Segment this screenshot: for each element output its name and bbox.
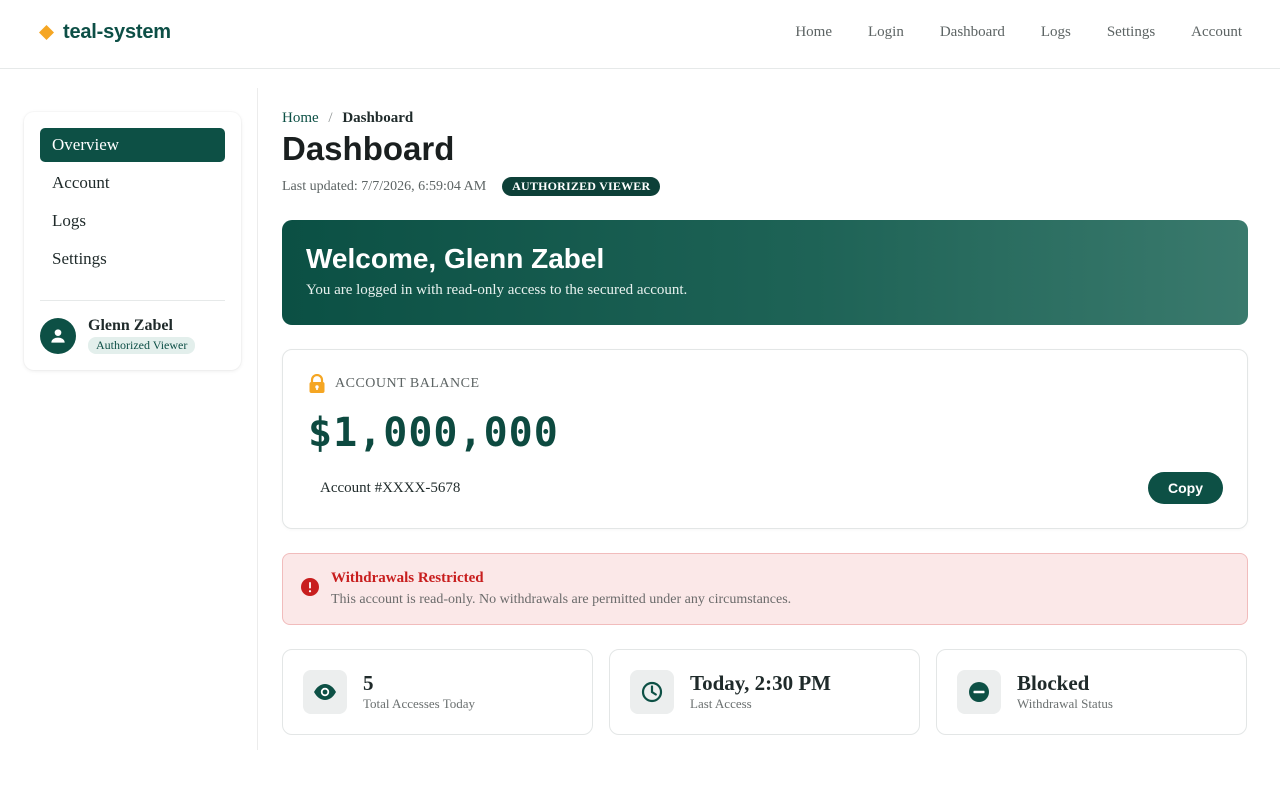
stat-label: Withdrawal Status bbox=[1017, 696, 1113, 711]
stat-card-accesses: 5 Total Accesses Today bbox=[282, 649, 593, 735]
sidebar-item-overview[interactable]: Overview bbox=[40, 128, 225, 162]
nav-home[interactable]: Home bbox=[795, 24, 832, 41]
user-profile: Glenn Zabel Authorized Viewer bbox=[40, 317, 225, 354]
diamond-logo-icon bbox=[39, 25, 54, 40]
nav-dashboard[interactable]: Dashboard bbox=[940, 24, 1005, 41]
stat-icon-box bbox=[957, 670, 1001, 714]
alert-title: Withdrawals Restricted bbox=[331, 570, 484, 586]
account-number: Account #XXXX-5678 bbox=[320, 480, 461, 496]
person-icon bbox=[51, 328, 65, 343]
lock-icon bbox=[309, 374, 325, 393]
user-name: Glenn Zabel bbox=[88, 317, 173, 334]
stat-card-withdrawal-status: Blocked Withdrawal Status bbox=[936, 649, 1247, 735]
nav-settings[interactable]: Settings bbox=[1107, 24, 1155, 41]
last-updated: Last updated: 7/7/2026, 6:59:04 AM bbox=[282, 178, 487, 194]
page-title: Dashboard bbox=[282, 130, 455, 167]
blocked-icon bbox=[969, 682, 989, 702]
content-divider bbox=[257, 88, 258, 750]
nav-account[interactable]: Account bbox=[1191, 24, 1242, 41]
stat-icon-box bbox=[630, 670, 674, 714]
balance-header: ACCOUNT BALANCE bbox=[308, 374, 480, 394]
brand-logo[interactable]: teal-system bbox=[39, 21, 171, 44]
sidebar-divider bbox=[40, 300, 225, 301]
alert-circle-icon bbox=[301, 578, 319, 596]
breadcrumb-home[interactable]: Home bbox=[282, 110, 319, 126]
breadcrumb-current: Dashboard bbox=[342, 110, 414, 126]
sidebar-item-logs[interactable]: Logs bbox=[40, 204, 225, 238]
page-meta: Last updated: 7/7/2026, 6:59:04 AM AUTHO… bbox=[282, 177, 1248, 196]
avatar bbox=[40, 317, 76, 354]
stat-label: Last Access bbox=[690, 696, 752, 711]
top-navbar: teal-system Home Login Dashboard Logs Se… bbox=[0, 0, 1280, 69]
withdrawal-alert: Withdrawals Restricted This account is r… bbox=[282, 553, 1248, 625]
clock-icon bbox=[641, 681, 663, 703]
breadcrumb: Home / Dashboard bbox=[282, 110, 1248, 127]
balance-amount: $1,000,000 bbox=[308, 410, 559, 456]
role-badge: AUTHORIZED VIEWER bbox=[502, 177, 661, 196]
brand-name: teal-system bbox=[63, 21, 171, 43]
user-role-badge: Authorized Viewer bbox=[88, 337, 196, 354]
welcome-title: Welcome, Glenn Zabel bbox=[306, 243, 605, 274]
welcome-banner: Welcome, Glenn Zabel You are logged in w… bbox=[282, 220, 1248, 325]
stat-value: Today, 2:30 PM bbox=[690, 671, 831, 695]
eye-icon bbox=[314, 684, 336, 700]
sidebar-item-account[interactable]: Account bbox=[40, 166, 225, 200]
nav-logs[interactable]: Logs bbox=[1041, 24, 1071, 41]
sidebar: Overview Account Logs Settings Glenn Zab… bbox=[24, 112, 241, 370]
stat-icon-box bbox=[303, 670, 347, 714]
welcome-subtitle: You are logged in with read-only access … bbox=[306, 282, 688, 298]
sidebar-item-settings[interactable]: Settings bbox=[40, 242, 225, 276]
copy-button[interactable]: Copy bbox=[1148, 472, 1223, 504]
main-content: Home / Dashboard Dashboard Last updated:… bbox=[282, 104, 1248, 735]
stat-label: Total Accesses Today bbox=[363, 696, 476, 711]
main-nav: Home Login Dashboard Logs Settings Accou… bbox=[795, 24, 1242, 41]
stat-value: 5 bbox=[363, 671, 374, 695]
stat-card-last-access: Today, 2:30 PM Last Access bbox=[609, 649, 920, 735]
balance-label: ACCOUNT BALANCE bbox=[335, 376, 480, 391]
stat-value: Blocked bbox=[1017, 671, 1090, 695]
balance-card: ACCOUNT BALANCE $1,000,000 Account #XXXX… bbox=[282, 349, 1248, 529]
nav-login[interactable]: Login bbox=[868, 24, 904, 41]
alert-text: This account is read-only. No withdrawal… bbox=[331, 592, 792, 607]
breadcrumb-separator: / bbox=[328, 110, 333, 126]
stats-row: 5 Total Accesses Today Today, 2:30 PM La… bbox=[282, 649, 1248, 735]
